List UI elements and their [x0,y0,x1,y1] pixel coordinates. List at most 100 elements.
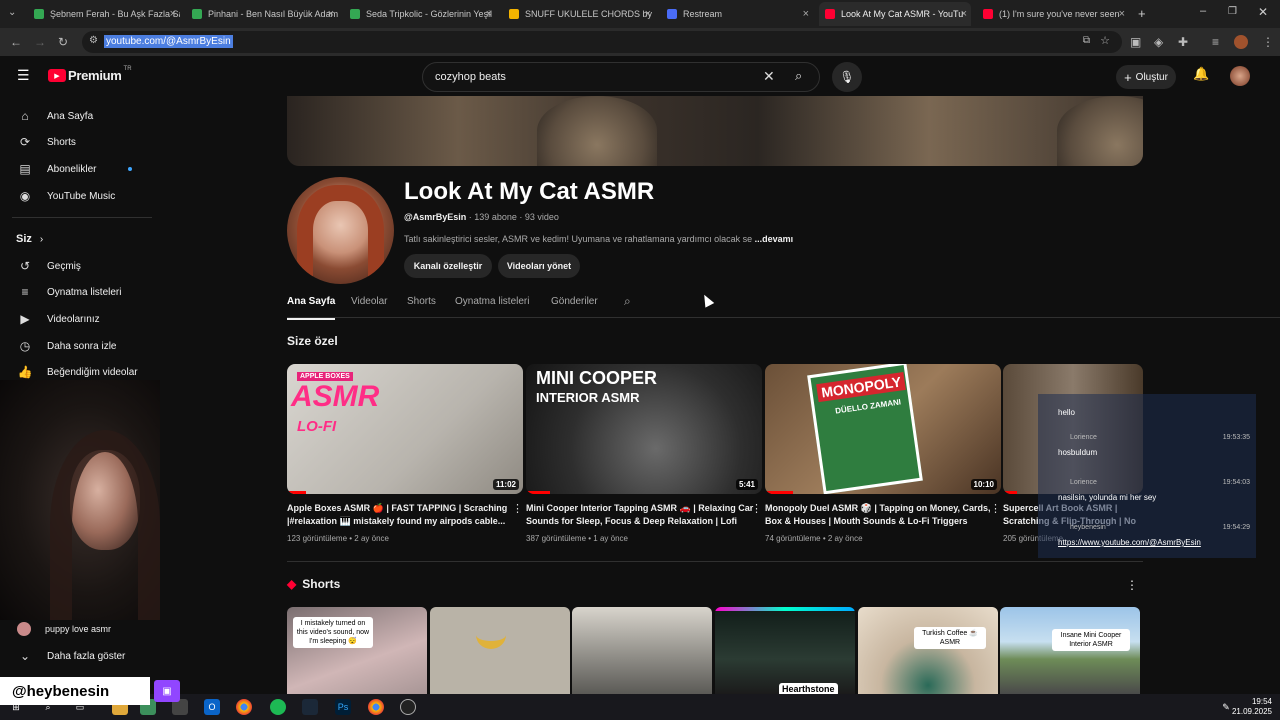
extension-icon[interactable]: ▣ [1130,35,1141,49]
browser-tab-7[interactable]: (1) I'm sure you've never seen × [977,2,1129,26]
sidebar-item-home[interactable]: ⌂ Ana Sayfa [0,103,150,129]
hamburger-menu-icon[interactable]: ☰ [17,67,30,84]
sidebar-show-more[interactable]: ⌄ Daha fazla göster [0,643,150,669]
close-window-icon[interactable]: ✕ [1258,5,1268,19]
browser-menu-icon[interactable]: ⋮ [1262,35,1274,49]
chat-link[interactable]: https://www.youtube.com/@AsmrByEsin [1058,538,1201,547]
spotify-icon[interactable] [270,699,286,715]
chat-time: 19:53:35 [1222,434,1250,441]
watch-later-icon: ◷ [19,339,31,353]
shorts-menu-icon[interactable]: ⋮ [1126,578,1138,592]
profile-avatar[interactable] [1234,35,1248,49]
browser-tab-5[interactable]: Restream × [661,2,813,26]
sidebar-item-playlists[interactable]: ≡ Oynatma listeleri [0,279,150,305]
description-text: Tatlı sakinleştirici sesler, ASMR ve ked… [404,234,753,244]
shorts-thumbnail[interactable] [572,607,712,694]
tab-playlists[interactable]: Oynatma listeleri [455,296,529,307]
close-tab-icon[interactable]: × [961,8,967,20]
obs-icon[interactable] [400,699,416,715]
video-title[interactable]: Apple Boxes ASMR 🍎 | FAST TAPPING | Scra… [287,502,515,528]
extensions-puzzle-icon[interactable]: ✚ [1178,35,1188,49]
close-tab-icon[interactable]: × [328,8,334,20]
video-thumbnail[interactable]: MINI COOPER INTERIOR ASMR 5:41 [526,364,762,494]
browser-tab-6[interactable]: Look At My Cat ASMR - YouTu × [819,2,971,26]
close-tab-icon[interactable]: × [1119,8,1125,20]
streamer-hair [50,430,160,620]
close-tab-icon[interactable]: × [803,8,809,20]
video-duration: 5:41 [735,479,758,490]
browser-tab-1[interactable]: Şebnem Ferah - Bu Aşk Fazla Sa × [28,2,180,26]
more-link[interactable]: ...devamı [755,234,794,244]
sidebar-you-header[interactable]: Siz › [0,226,150,252]
sidebar-item-your-videos[interactable]: ▶ Videolarınız [0,306,150,332]
outlook-icon[interactable]: O [204,699,220,715]
video-title[interactable]: Monopoly Duel ASMR 🎲 | Tapping on Money,… [765,502,993,528]
back-icon[interactable]: ← [10,35,22,49]
sidebar-item-history[interactable]: ↺ Geçmiş [0,253,150,279]
shorts-thumbnail[interactable]: Insane Mini Cooper Interior ASMR [1000,607,1140,694]
notifications-bell-icon[interactable]: 🔔 [1193,66,1209,82]
customize-channel-button[interactable]: Kanalı özelleştir [404,254,492,278]
close-tab-icon[interactable]: × [486,8,492,20]
taskbar: ⊞ ⌕ ▭ O Ps ✎ 19:54 21.09.2025 [0,694,1280,720]
shorts-thumbnail[interactable]: Hearthstone [715,607,855,694]
minimize-icon[interactable]: – [1200,5,1206,17]
tab-posts[interactable]: Gönderiler [551,296,598,307]
forward-icon[interactable]: → [34,35,46,49]
video-menu-icon[interactable]: ⋮ [751,502,762,515]
video-thumbnail[interactable]: APPLE BOXES ASMR LO-FI 11:02 [287,364,523,494]
sidebar-item-shorts[interactable]: ⟳ Shorts [0,129,150,155]
photoshop-icon[interactable]: Ps [335,699,351,715]
clear-search-icon[interactable]: ✕ [763,68,775,85]
sidebar-item-watch-later[interactable]: ◷ Daha sonra izle [0,333,150,359]
channel-search-icon[interactable]: ⌕ [624,294,631,309]
system-clock[interactable]: 19:54 21.09.2025 [1232,697,1272,717]
channel-tabs: Ana Sayfa Videolar Shorts Oynatma listel… [287,292,1280,320]
video-menu-icon[interactable]: ⋮ [990,502,1001,515]
browser-tab-3[interactable]: Seda Tripkolic - Gözlerinin Yeşil × [344,2,496,26]
video-thumbnail[interactable]: MONOPOLY DÜELLO ZAMANI 10:10 [765,364,1001,494]
new-tab-icon[interactable]: + [1138,6,1146,21]
account-avatar[interactable] [1230,66,1250,86]
tab-home[interactable]: Ana Sayfa [287,296,336,320]
url-text[interactable]: youtube.com/@AsmrByEsin [104,35,233,48]
close-tab-icon[interactable]: × [170,8,176,20]
channel-avatar[interactable] [287,177,394,284]
shorts-thumbnail[interactable] [430,607,570,694]
media-controls-icon[interactable]: ≡ [1212,35,1219,49]
create-button[interactable]: + Oluştur [1116,65,1176,89]
site-info-icon[interactable]: ⚙ [89,35,98,46]
chrome-icon[interactable] [368,699,384,715]
browser-tab-strip: ⌄ Şebnem Ferah - Bu Aşk Fazla Sa × Pinhan… [0,0,1280,28]
video-menu-icon[interactable]: ⋮ [512,502,523,515]
maximize-icon[interactable]: ❐ [1228,6,1237,17]
manage-videos-button[interactable]: Videoları yönet [498,254,580,278]
tab-shorts[interactable]: Shorts [407,296,436,307]
bookmark-star-icon[interactable]: ☆ [1100,34,1110,47]
watch-progress-bar [1003,491,1017,494]
extension-icon[interactable]: ◈ [1154,35,1163,49]
reload-icon[interactable]: ↻ [58,35,68,49]
chrome-icon[interactable] [236,699,252,715]
subscriber-count: 139 abone [474,212,517,222]
steam-icon[interactable] [302,699,318,715]
video-title[interactable]: Mini Cooper Interior Tapping ASMR 🚗 | Re… [526,502,754,528]
install-icon[interactable]: ⧉ [1083,35,1090,46]
tab-videos[interactable]: Videolar [351,296,388,307]
shorts-thumbnail[interactable]: Turkish Coffee ☕ ASMR [858,607,998,694]
voice-search-icon[interactable]: 🎙 [832,62,862,92]
browser-tab-2[interactable]: Pinhani - Ben Nasıl Büyük Adam × [186,2,338,26]
shorts-thumbnail[interactable]: I mistakely turned on this video's sound… [287,607,427,694]
sidebar-item-subscriptions[interactable]: ▤ Abonelikler [0,156,150,182]
youtube-premium-logo[interactable]: ▶ Premium TR [48,66,132,83]
tab-search-icon[interactable]: ⌄ [8,7,16,18]
browser-tab-4[interactable]: SNUFF UKULELE CHORDS by Sl × [503,2,655,26]
omnibox[interactable]: ⚙ youtube.com/@AsmrByEsin ⧉ ☆ [82,31,1122,53]
close-tab-icon[interactable]: × [645,8,651,20]
channel-description[interactable]: Tatlı sakinleştirici sesler, ASMR ve ked… [404,234,824,244]
search-icon[interactable]: ⌕ [795,68,802,84]
sidebar-item-music[interactable]: ◉ YouTube Music [0,183,150,209]
search-box[interactable]: cozyhop beats ✕ ⌕ [422,62,820,92]
sidebar-item-label: Daha fazla göster [47,650,126,662]
search-input[interactable]: cozyhop beats [435,71,506,83]
